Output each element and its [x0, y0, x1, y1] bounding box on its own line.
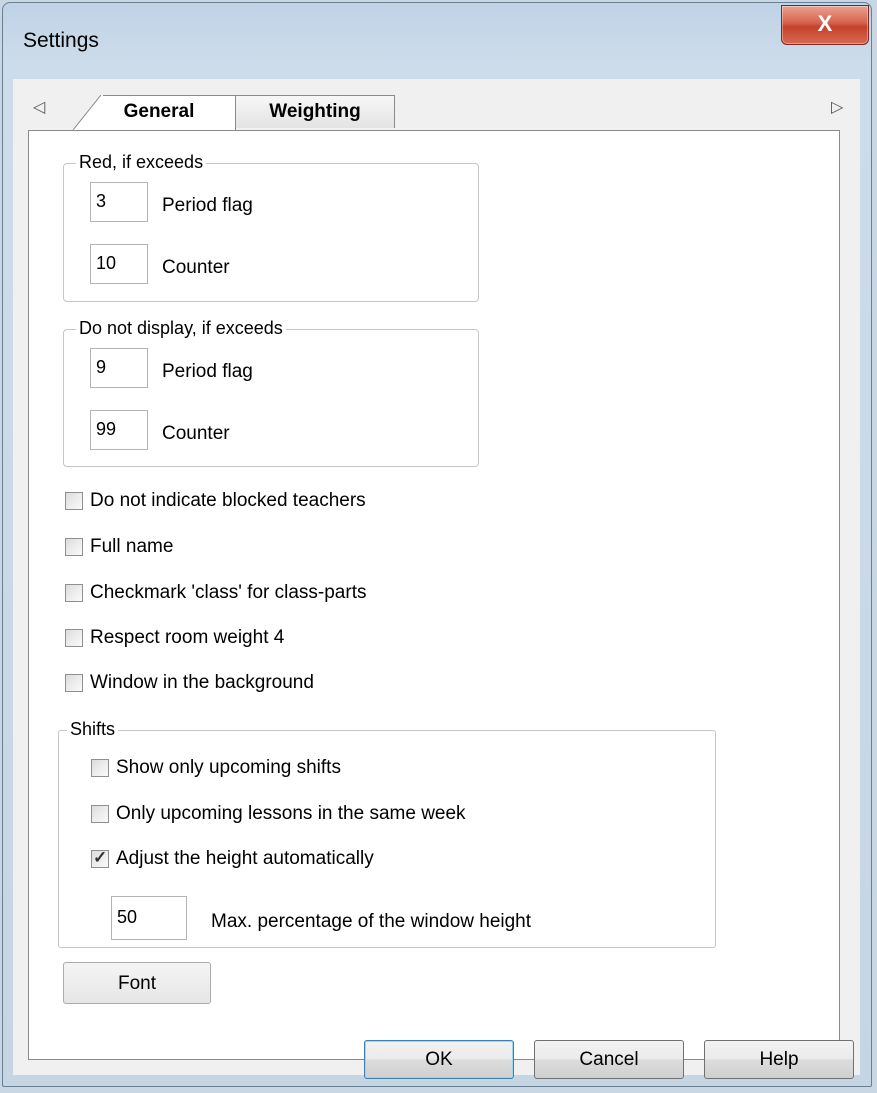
font-button[interactable]: Font — [63, 962, 211, 1004]
shifts-legend: Shifts — [67, 719, 119, 740]
tab-weighting[interactable]: Weighting — [235, 95, 395, 128]
ok-button[interactable]: OK — [364, 1040, 514, 1079]
close-icon: X — [817, 11, 833, 36]
tab-general-edge — [73, 95, 103, 130]
hide-counter-label: Counter — [162, 423, 230, 444]
red-counter-value: 10 — [96, 253, 117, 273]
tab-scroll-left-icon[interactable]: ◁ — [33, 97, 45, 117]
option-label: Do not indicate blocked teachers — [90, 490, 366, 511]
help-button[interactable]: Help — [704, 1040, 854, 1079]
hide-period-flag-input[interactable]: 9 — [90, 348, 148, 388]
option-label: Only upcoming lessons in the same week — [116, 803, 466, 824]
tab-weighting-label: Weighting — [269, 101, 361, 122]
shifts-group: Shifts Show only upcoming shifts Only up… — [58, 719, 716, 948]
option-label: Show only upcoming shifts — [116, 757, 341, 778]
checkbox[interactable] — [65, 538, 83, 556]
dialog-client-area: ◁ ▷ General Weighting Red, if exceeds 3 … — [13, 79, 860, 1075]
option-label: Window in the background — [90, 672, 314, 693]
checkbox[interactable]: ✓ — [91, 848, 109, 868]
checkbox[interactable] — [65, 674, 83, 692]
hide-counter-value: 99 — [96, 419, 117, 439]
cancel-button[interactable]: Cancel — [534, 1040, 684, 1079]
general-tab-panel: Red, if exceeds 3 Period flag 10 Counter… — [28, 130, 840, 1060]
max-percentage-input[interactable]: 50 — [111, 896, 187, 940]
red-period-flag-input[interactable]: 3 — [90, 182, 148, 222]
red-counter-label: Counter — [162, 257, 230, 278]
red-period-flag-label: Period flag — [162, 195, 253, 216]
checkbox[interactable] — [91, 759, 109, 777]
max-percentage-value: 50 — [117, 907, 138, 927]
hide-period-flag-label: Period flag — [162, 361, 253, 382]
option-label: Full name — [90, 536, 174, 557]
tab-general[interactable]: General — [83, 95, 236, 130]
settings-dialog: Settings X ◁ ▷ General Weighting Red, if… — [2, 2, 872, 1087]
tab-scroll-right-icon[interactable]: ▷ — [831, 97, 843, 117]
checkbox[interactable] — [65, 492, 83, 510]
checkbox[interactable] — [65, 629, 83, 647]
do-not-display-group: Do not display, if exceeds 9 Period flag… — [63, 318, 479, 467]
red-group-legend: Red, if exceeds — [76, 152, 207, 173]
max-percentage-label: Max. percentage of the window height — [211, 911, 532, 932]
checkbox[interactable] — [91, 805, 109, 823]
hide-group-legend: Do not display, if exceeds — [76, 318, 286, 339]
checkbox[interactable] — [65, 584, 83, 602]
tab-general-label: General — [123, 101, 195, 122]
option-label: Respect room weight 4 — [90, 627, 285, 648]
red-counter-input[interactable]: 10 — [90, 244, 148, 284]
title-bar[interactable]: Settings X — [3, 3, 871, 79]
checkmark-icon: ✓ — [93, 848, 108, 867]
close-button[interactable]: X — [781, 5, 869, 45]
window-title: Settings — [23, 29, 99, 52]
red-period-flag-value: 3 — [96, 191, 107, 211]
option-label: Adjust the height automatically — [116, 848, 374, 869]
hide-period-flag-value: 9 — [96, 357, 107, 377]
red-if-exceeds-group: Red, if exceeds 3 Period flag 10 Counter — [63, 152, 479, 302]
option-label: Checkmark 'class' for class-parts — [90, 582, 367, 603]
hide-counter-input[interactable]: 99 — [90, 410, 148, 450]
